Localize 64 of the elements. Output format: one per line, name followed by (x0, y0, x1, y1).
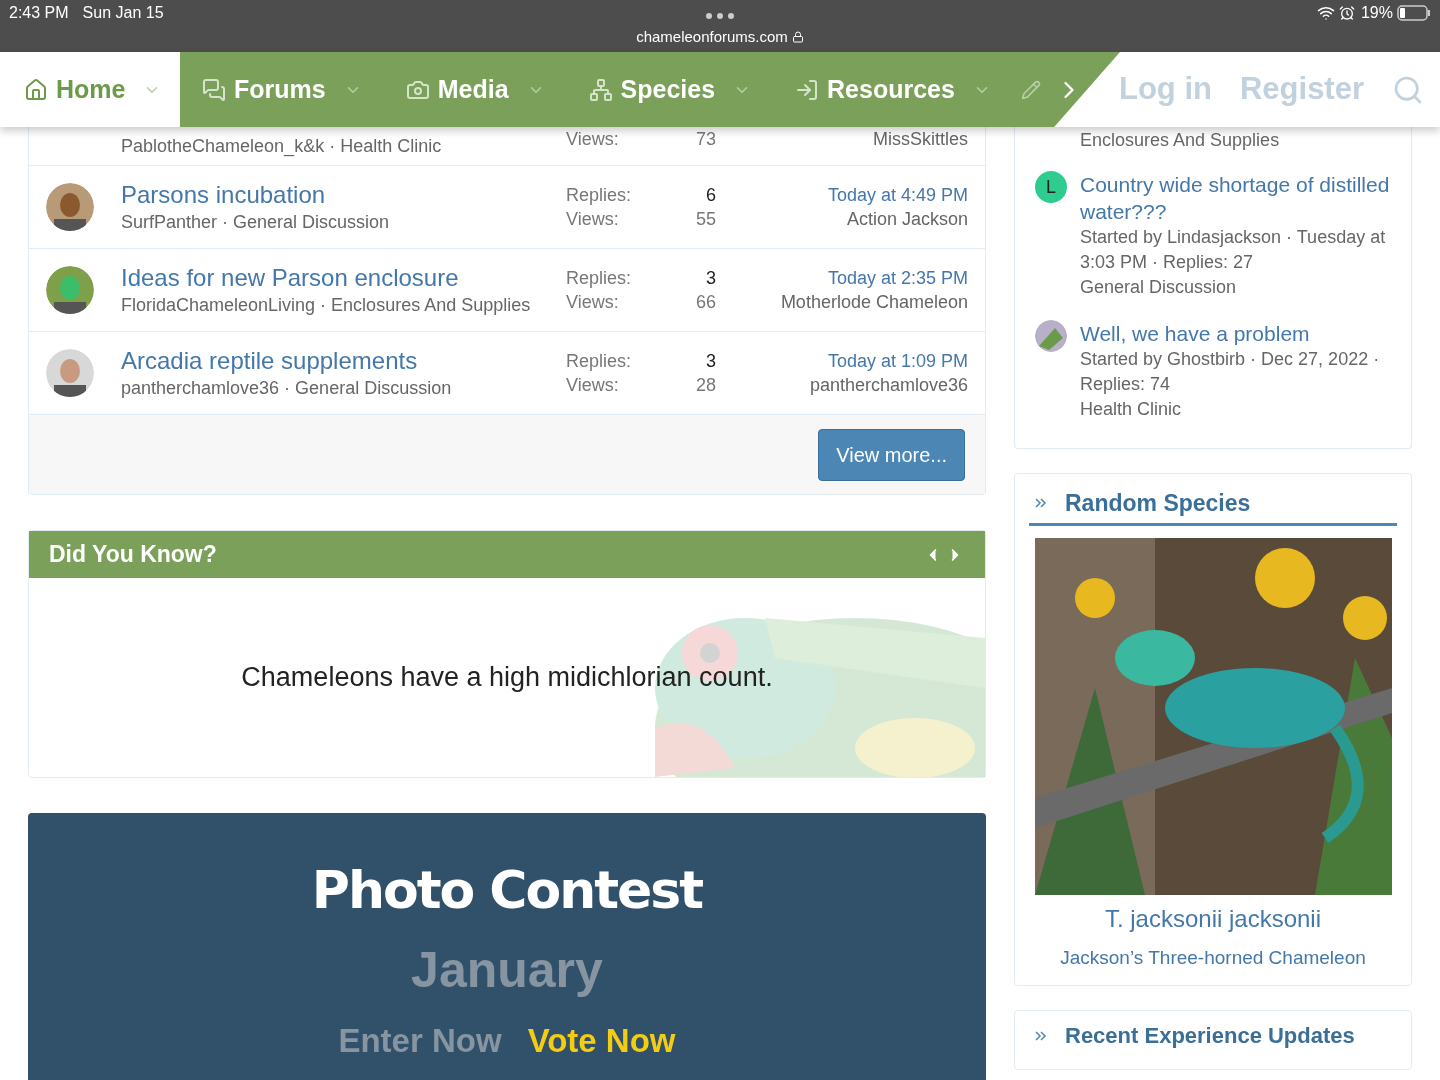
status-time: 2:43 PM (9, 3, 69, 23)
nav-icon (202, 77, 226, 102)
lock-icon (791, 31, 804, 44)
alarm-icon (1338, 5, 1355, 21)
double-chevron-icon (1035, 497, 1047, 510)
last-post-date[interactable]: Today at 1:09 PM (716, 349, 968, 373)
last-post-date[interactable]: Today at 4:49 PM (716, 183, 968, 207)
thread-meta: Started by Ghostbirb · Dec 27, 2022 · Replies: 74 (1080, 348, 1381, 396)
thread-meta: SurfPanther · General Discussion (121, 211, 391, 234)
thread-meta: Started by Lindasjackson · Tuesday at 3:03 PM · Replies: 27 (1080, 226, 1387, 274)
thread-title[interactable]: Parsons incubation (121, 180, 566, 210)
last-poster[interactable]: Motherlode Chameleon (716, 290, 968, 314)
status-date: Sun Jan 15 (82, 3, 164, 23)
wifi-icon (1316, 4, 1335, 22)
contest-title: Photo Contest (311, 859, 703, 922)
stat-value: 73 (695, 128, 716, 151)
panel-title: Did You Know? (49, 540, 217, 570)
enter-now-link[interactable]: Enter Now (338, 1016, 502, 1066)
forum-name: Health Clinic (1080, 398, 1183, 421)
vote-now-link[interactable]: Vote Now (527, 1016, 676, 1066)
stat-value: 55 (695, 208, 716, 231)
battery-icon (1397, 5, 1431, 21)
stat-value: 3 (706, 267, 716, 290)
more-icon[interactable] (705, 12, 735, 20)
thread-title[interactable]: Well, we have a problem (1080, 320, 1391, 347)
forum-name: Enclosures And Supplies (1079, 129, 1281, 151)
last-poster[interactable]: Action Jackson (716, 207, 968, 231)
thread-title[interactable]: Ideas for new Parson enclosure (121, 263, 566, 293)
last-poster[interactable]: MissSkittles (716, 127, 968, 151)
stat-label: Replies: (566, 184, 632, 207)
battery-level: 19% (1360, 3, 1393, 23)
forum-name: General Discussion (1080, 276, 1238, 299)
stat-label: Views: (566, 208, 619, 231)
nav-icon (588, 77, 613, 102)
section-title: Recent Experience Updates (1065, 1022, 1355, 1049)
fact-text: Chameleons have a high midichlorian count. (241, 661, 773, 695)
stat-label: Replies: (566, 267, 632, 290)
double-chevron-icon (1035, 1029, 1047, 1042)
last-poster[interactable]: pantherchamlove36 (716, 373, 968, 397)
stat-label: Views: (566, 374, 619, 397)
thread-meta: FloridaChameleonLiving · Enclosures And Supplies (121, 294, 532, 317)
nav-icon (24, 77, 48, 102)
thread-title[interactable]: Country wide shortage of distilled water??? (1080, 171, 1391, 225)
avatar: L (1035, 171, 1067, 203)
thread-meta: pantherchamlove36 · General Discussion (121, 377, 453, 400)
thread-meta: PablotheChameleon_k&k · Health Clinic (121, 135, 443, 158)
stat-value: 28 (695, 374, 716, 397)
stat-value: 66 (695, 291, 716, 314)
stat-label: Views: (566, 128, 619, 151)
species-name[interactable]: T. jacksonii jacksonii (1029, 902, 1397, 935)
pencil-icon[interactable] (1020, 79, 1041, 100)
view-more-button[interactable]: View more... (818, 428, 965, 481)
stat-value: 6 (706, 184, 716, 207)
last-post-date[interactable]: Today at 2:35 PM (716, 266, 968, 290)
nav-icon (795, 77, 820, 102)
stat-label: Views: (566, 291, 619, 314)
url-text[interactable]: chameleonforums.com (636, 26, 788, 49)
species-common-name[interactable]: Jackson’s Three-horned Chameleon (1029, 944, 1397, 971)
section-title: Random Species (1065, 489, 1251, 518)
thread-title[interactable]: Arcadia reptile supplements (121, 346, 566, 376)
nav-tab[interactable]: Home (0, 52, 180, 127)
contest-month: January (411, 941, 603, 1000)
stat-value: 3 (706, 350, 716, 373)
stat-label: Replies: (566, 350, 632, 373)
